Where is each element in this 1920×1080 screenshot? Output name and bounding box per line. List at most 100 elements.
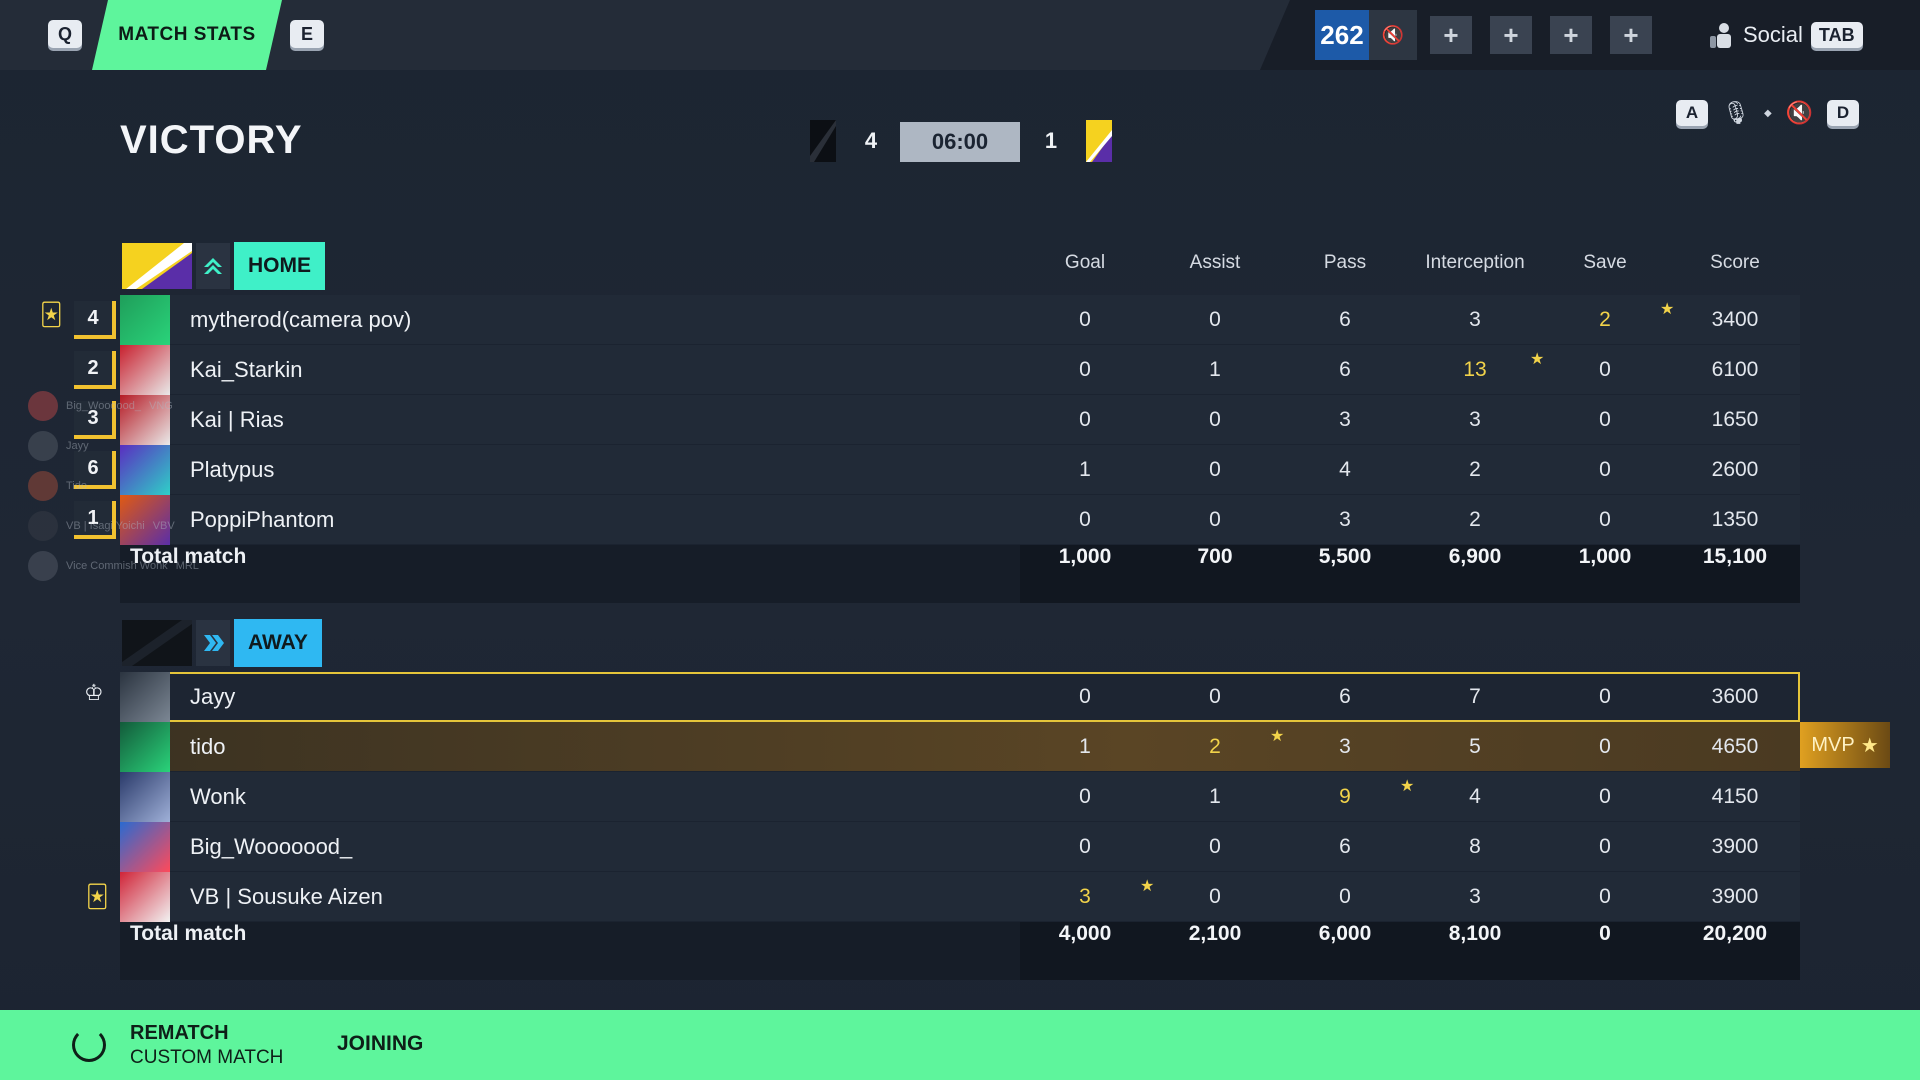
footer-bar: REMATCH CUSTOM MATCH JOINING bbox=[0, 1010, 1920, 1080]
player-row[interactable]: Wonk 0 1 9 ★ 4 0 4150 bbox=[120, 772, 1800, 822]
player-row[interactable]: Kai | Rias 0 0 3 3 0 1650 bbox=[120, 395, 1800, 445]
home-crest-icon bbox=[196, 243, 230, 289]
stat-pass: 6 bbox=[1339, 685, 1351, 708]
overlay-item: Tido bbox=[28, 466, 228, 506]
player-row[interactable]: Kai_Starkin 0 1 6 13 ★ 0 6100 bbox=[120, 345, 1800, 395]
stat-save: 0 bbox=[1599, 458, 1611, 481]
player-name: mytherod(camera pov) bbox=[190, 307, 412, 332]
match-mode-label: CUSTOM MATCH bbox=[130, 1047, 284, 1068]
party-badge[interactable]: 262 🔇 bbox=[1315, 10, 1417, 60]
mic-muted-icon[interactable]: 🎙 bbox=[1722, 100, 1750, 126]
invite-slot-1[interactable]: + bbox=[1430, 16, 1472, 54]
stat-interception: 8 bbox=[1469, 835, 1481, 858]
party-leader-icon: ♔ bbox=[84, 680, 104, 705]
overlay-item: Jayy bbox=[28, 426, 228, 466]
stat-score: 3900 bbox=[1711, 885, 1759, 908]
voice-key-d[interactable]: D bbox=[1827, 100, 1860, 126]
stat-pass: 0 bbox=[1339, 885, 1351, 908]
stat-save: 0 bbox=[1599, 785, 1611, 808]
stat-assist: 0 bbox=[1209, 308, 1221, 331]
stat-score: 1650 bbox=[1711, 408, 1759, 431]
social-label: Social bbox=[1743, 22, 1803, 47]
player-row[interactable]: Jayy 0 0 6 7 0 3600 bbox=[120, 672, 1800, 722]
stat-goal: 3 bbox=[1079, 885, 1091, 908]
stat-goal: 0 bbox=[1079, 685, 1091, 708]
match-result: VICTORY bbox=[120, 118, 303, 162]
stat-save: 0 bbox=[1599, 885, 1611, 908]
player-avatar bbox=[120, 672, 170, 722]
social-button[interactable]: Social TAB bbox=[1707, 18, 1863, 52]
discord-icon bbox=[28, 391, 58, 421]
stat-score: 4150 bbox=[1711, 785, 1759, 808]
stat-save: 0 bbox=[1599, 685, 1611, 708]
away-total-goal: 4,000 bbox=[1058, 922, 1112, 945]
stat-save: 0 bbox=[1599, 508, 1611, 531]
stat-interception: 7 bbox=[1469, 685, 1481, 708]
yellow-card-icon: 🃏 bbox=[86, 884, 109, 909]
away-score: 1 bbox=[1044, 128, 1058, 153]
stat-pass: 3 bbox=[1339, 735, 1351, 758]
plus-icon: + bbox=[1503, 19, 1519, 50]
home-total-interception: 6,900 bbox=[1448, 545, 1502, 568]
stat-goal: 1 bbox=[1079, 458, 1091, 481]
stat-goal: 0 bbox=[1079, 408, 1091, 431]
overlay-item: Vice Commish Wonk MRL bbox=[28, 546, 228, 586]
player-rank: 2 bbox=[74, 351, 116, 389]
voice-overlay: Big_Woooood_ VNG Jayy Tido VB | Isagi Yoi… bbox=[28, 386, 228, 586]
stat-interception: 2 bbox=[1469, 458, 1481, 481]
stat-score: 6100 bbox=[1711, 358, 1759, 381]
plus-icon: + bbox=[1563, 19, 1579, 50]
player-name: Jayy bbox=[190, 684, 236, 709]
loading-spinner-icon bbox=[72, 1028, 106, 1062]
tab-match-stats[interactable]: MATCH STATS bbox=[92, 0, 282, 70]
stat-goal: 0 bbox=[1079, 835, 1091, 858]
avatar bbox=[28, 511, 58, 541]
home-total-row: Total match 1,000 700 5,500 6,900 1,000 … bbox=[120, 545, 1800, 603]
stat-interception: 3 bbox=[1469, 408, 1481, 431]
away-total-score: 20,200 bbox=[1702, 922, 1768, 945]
stat-goal: 0 bbox=[1079, 308, 1091, 331]
player-avatar bbox=[120, 772, 170, 822]
next-tab-key[interactable]: E bbox=[290, 20, 324, 48]
stat-assist: 0 bbox=[1209, 508, 1221, 531]
player-row[interactable]: tido 1 2 ★ 3 5 0 4650 bbox=[120, 722, 1800, 772]
home-total-pass: 5,500 bbox=[1318, 545, 1372, 568]
party-count: 262 bbox=[1320, 19, 1364, 50]
stat-assist: 2 bbox=[1209, 735, 1221, 758]
speaker-muted-icon[interactable]: 🔇 bbox=[1786, 100, 1813, 126]
stat-goal: 0 bbox=[1079, 508, 1091, 531]
yellow-card-icon: 🃏 bbox=[40, 302, 63, 327]
prev-tab-key[interactable]: Q bbox=[48, 20, 82, 48]
rematch-label[interactable]: REMATCH bbox=[130, 1022, 229, 1045]
stat-save: 0 bbox=[1599, 408, 1611, 431]
stat-goal: 1 bbox=[1079, 735, 1091, 758]
player-row[interactable]: Platypus 1 0 4 2 0 2600 bbox=[120, 445, 1800, 495]
voice-key-a[interactable]: A bbox=[1676, 100, 1708, 126]
player-row[interactable]: VB | Sousuke Aizen 3 ★ 0 0 3 0 3900 bbox=[120, 872, 1800, 922]
player-row[interactable]: mytherod(camera pov) 0 0 6 3 2 ★ 3400 bbox=[120, 295, 1800, 345]
col-assist: Assist bbox=[1189, 252, 1241, 273]
home-team-header: HOME bbox=[122, 242, 325, 290]
stat-score: 2600 bbox=[1711, 458, 1759, 481]
player-avatar bbox=[120, 822, 170, 872]
player-row[interactable]: PoppiPhantom 0 0 3 2 0 1350 bbox=[120, 495, 1800, 545]
mvp-star-icon: ★ bbox=[1860, 734, 1879, 757]
stat-save: 0 bbox=[1599, 358, 1611, 381]
mvp-label: MVP bbox=[1811, 733, 1855, 756]
player-avatar bbox=[120, 295, 170, 345]
stat-pass: 3 bbox=[1339, 508, 1351, 531]
invite-slot-2[interactable]: + bbox=[1490, 16, 1532, 54]
stat-score: 4650 bbox=[1711, 735, 1759, 758]
home-total-goal: 1,000 bbox=[1058, 545, 1112, 568]
stat-assist: 0 bbox=[1209, 458, 1221, 481]
stat-score: 3400 bbox=[1711, 308, 1759, 331]
home-team-swatch bbox=[122, 243, 192, 289]
invite-slot-4[interactable]: + bbox=[1610, 16, 1652, 54]
away-total-pass: 6,000 bbox=[1318, 922, 1372, 945]
social-key: TAB bbox=[1810, 22, 1863, 48]
player-row[interactable]: Big_Wooooood_ 0 0 6 8 0 3900 bbox=[120, 822, 1800, 872]
away-crest-icon bbox=[196, 620, 230, 666]
invite-slot-3[interactable]: + bbox=[1550, 16, 1592, 54]
stat-goal: 0 bbox=[1079, 785, 1091, 808]
stat-pass: 9 bbox=[1339, 785, 1351, 808]
